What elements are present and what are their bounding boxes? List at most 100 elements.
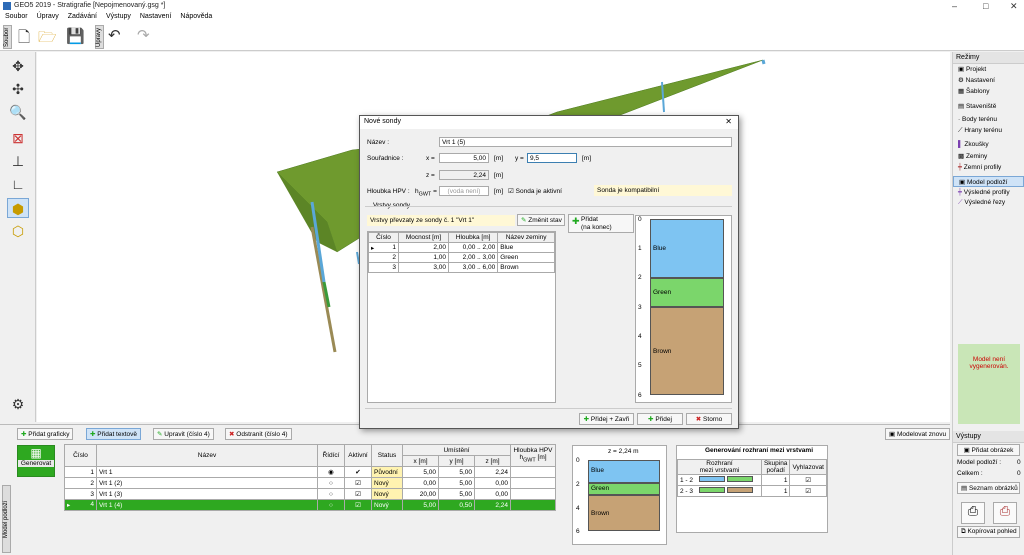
zoom-extents-icon[interactable]: ⊠ — [7, 128, 29, 148]
add-layer-button[interactable]: ✚ Přidat (na konec) — [568, 214, 634, 233]
col-skupina: Skupina pořadí — [760, 459, 791, 475]
mode-zemni-profily[interactable]: ┿ Zemní profily — [953, 162, 1024, 173]
mode-zeminy[interactable]: ▩ Zeminy — [953, 151, 1024, 162]
col-active: Aktivní — [344, 444, 372, 467]
open-folder-icon[interactable]: 🗁 — [38, 27, 57, 52]
mode-model-podlozi[interactable]: ▣ Model podloží — [953, 176, 1024, 187]
mode-vysledne-rezy[interactable]: ⟋ Výsledné řezy — [953, 198, 1024, 209]
axis-2d-icon[interactable]: ∟ — [7, 174, 29, 194]
swatch-green — [726, 476, 753, 482]
minimize-button[interactable]: – — [952, 1, 957, 11]
interface-row[interactable]: 1 - 2 1 ☑ — [677, 474, 827, 486]
menu-zadavani[interactable]: Zadávání — [68, 13, 97, 20]
bottom-side-tab[interactable]: Model podloží — [2, 485, 11, 553]
list-images-button[interactable]: ▤ Seznam obrázků — [957, 482, 1020, 494]
layer-row[interactable]: 2 1,00 2,00 .. 3,00 Green — [368, 252, 555, 263]
settings-gear-icon[interactable]: ⚙ — [7, 394, 29, 414]
table-row-selected[interactable]: ▸ 4 Vrt 1 (4) ○ ☑ Nový 5,00 0,50 2,24 — [64, 499, 556, 511]
add-text-button[interactable]: ✚ Přidat textově — [86, 428, 142, 440]
hpv-input[interactable]: (voda není) — [439, 186, 489, 196]
interfaces-title: Generování rozhraní mezi vrstvami — [705, 447, 814, 454]
menu-vystupy[interactable]: Výstupy — [106, 13, 131, 20]
add-graphic-button[interactable]: ✚ Přidat graficky — [17, 428, 74, 440]
mode-vysledne-profily[interactable]: ┿ Výsledné profily — [953, 187, 1024, 198]
layers-group-line — [365, 206, 732, 207]
smooth-checkbox[interactable]: ☑ — [789, 474, 827, 486]
ridici-radio[interactable]: ○ — [317, 477, 345, 489]
undo-icon[interactable]: ↶ — [108, 26, 121, 44]
mode-projekt[interactable]: ▣ Projekt — [953, 64, 1024, 75]
y-input[interactable]: 9,5 — [527, 153, 577, 163]
edit-toolbar-tab[interactable]: Úpravy — [95, 25, 104, 49]
table-row[interactable]: 2 Vrt 1 (2) ○ ☑ Nový 0,00 5,00 0,00 — [64, 477, 556, 489]
add-image-button[interactable]: ▣ Přidat obrázek — [957, 444, 1020, 456]
layer-row[interactable]: 3 3,00 3,00 .. 6,00 Brown — [368, 262, 555, 273]
interface-row[interactable]: 2 - 3 1 ☑ — [677, 485, 827, 497]
view-iso-icon[interactable]: ⬡ — [7, 221, 29, 241]
mini-layer-blue: Blue — [588, 460, 660, 483]
active-checkbox[interactable]: ☑ — [344, 477, 372, 489]
active-checkbox[interactable]: ☑ Sonda je aktivní — [508, 187, 562, 195]
file-toolbar-tab[interactable]: Soubor — [3, 25, 12, 49]
menu-napoveda[interactable]: Nápověda — [180, 13, 212, 20]
menu-nastaveni[interactable]: Nastavení — [140, 13, 172, 20]
ridici-radio[interactable]: ○ — [317, 488, 345, 500]
list-icon: ▤ — [961, 485, 969, 492]
new-file-icon[interactable]: 🗋 — [18, 27, 30, 52]
table-row[interactable]: 3 Vrt 1 (3) ○ ☑ Nový 20,00 5,00 0,00 — [64, 488, 556, 500]
mode-label: Hrany terénu — [964, 127, 1002, 134]
model-count-label: Model podloží : — [957, 459, 1002, 466]
col-x: x [m] — [402, 455, 439, 467]
change-state-button[interactable]: ✎ Změnit stav — [517, 214, 565, 226]
active-checkbox[interactable]: ✔ — [344, 466, 372, 478]
coords-label: Souřadnice : — [367, 155, 404, 162]
y-label: y = — [515, 155, 524, 162]
axis-3d-icon[interactable]: ⊥ — [7, 151, 29, 171]
view-3d-icon[interactable]: ⬢ — [7, 198, 29, 218]
profile-tick: 6 — [638, 392, 642, 399]
active-checkbox[interactable]: ☑ — [344, 499, 372, 511]
hpv-unit: [m] — [494, 188, 504, 195]
zoom-icon[interactable]: 🔍 — [7, 102, 29, 122]
remove-button[interactable]: ✖ Odstranit (číslo 4) — [225, 428, 292, 440]
rotate-icon[interactable]: ✣ — [7, 79, 29, 99]
mode-nastaveni[interactable]: ⚙ Nastavení — [953, 75, 1024, 86]
mode-zkousky[interactable]: ▌ Zkoušky — [953, 140, 1024, 151]
redo-icon[interactable]: ↷ — [137, 26, 150, 44]
dialog-close-icon[interactable]: ✕ — [725, 117, 732, 126]
name-label: Název : — [367, 139, 390, 146]
mode-staveniste[interactable]: ▤ Staveniště — [953, 101, 1024, 112]
menu-upravy[interactable]: Úpravy — [37, 13, 59, 20]
maximize-button[interactable]: □ — [983, 1, 988, 11]
ridici-radio[interactable]: ◉ — [317, 466, 345, 478]
move-icon[interactable]: ✥ — [7, 56, 29, 76]
x-input[interactable]: 5,00 — [439, 153, 489, 163]
generate-label: Generovat — [18, 460, 54, 467]
change-state-label: Změnit stav — [528, 217, 562, 224]
smooth-checkbox[interactable]: ☑ — [789, 485, 827, 497]
menu-soubor[interactable]: Soubor — [5, 13, 28, 20]
edit-button[interactable]: ✎ Upravit (číslo 4) — [153, 428, 214, 440]
print-icon[interactable]: ⎙ — [961, 502, 985, 524]
ridici-radio[interactable]: ○ — [317, 499, 345, 511]
table-row[interactable]: 1 Vrt 1 ◉ ✔ Původní 5,00 5,00 2,24 — [64, 466, 556, 478]
model-icon: ▣ — [959, 179, 967, 186]
print-preview-icon[interactable]: ⎙ — [993, 502, 1017, 524]
name-input[interactable]: Vrt 1 (5) — [439, 137, 732, 147]
layer-row[interactable]: ▸ 1 2,00 0,00 .. 2,00 Blue — [368, 242, 555, 253]
active-checkbox[interactable]: ☑ — [344, 488, 372, 500]
model-again-button[interactable]: ▣ Modelovat znovu — [885, 428, 951, 440]
mini-layer-green: Green — [588, 483, 660, 495]
cancel-button[interactable]: ✖ Storno — [686, 413, 732, 425]
close-button[interactable]: ✕ — [1010, 1, 1018, 12]
generate-button[interactable]: ▦ Generovat — [17, 445, 55, 477]
add-close-button[interactable]: ✚ Přidej + Zavři — [579, 413, 634, 425]
mode-sablony[interactable]: ▦ Šablony — [953, 86, 1024, 97]
mini-profile-title: z = 2,24 m — [608, 448, 639, 455]
dialog-title-bar: Nové sondy ✕ — [360, 116, 738, 129]
copy-view-button[interactable]: ⧉ Kopírovat pohled — [957, 526, 1020, 538]
add-button[interactable]: ✚ Přidej — [637, 413, 683, 425]
mode-body-terenu[interactable]: · Body terénu — [953, 115, 1024, 126]
save-icon[interactable]: 💾 — [66, 27, 85, 45]
mode-hrany-terenu[interactable]: ⟋ Hrany terénu — [953, 126, 1024, 137]
